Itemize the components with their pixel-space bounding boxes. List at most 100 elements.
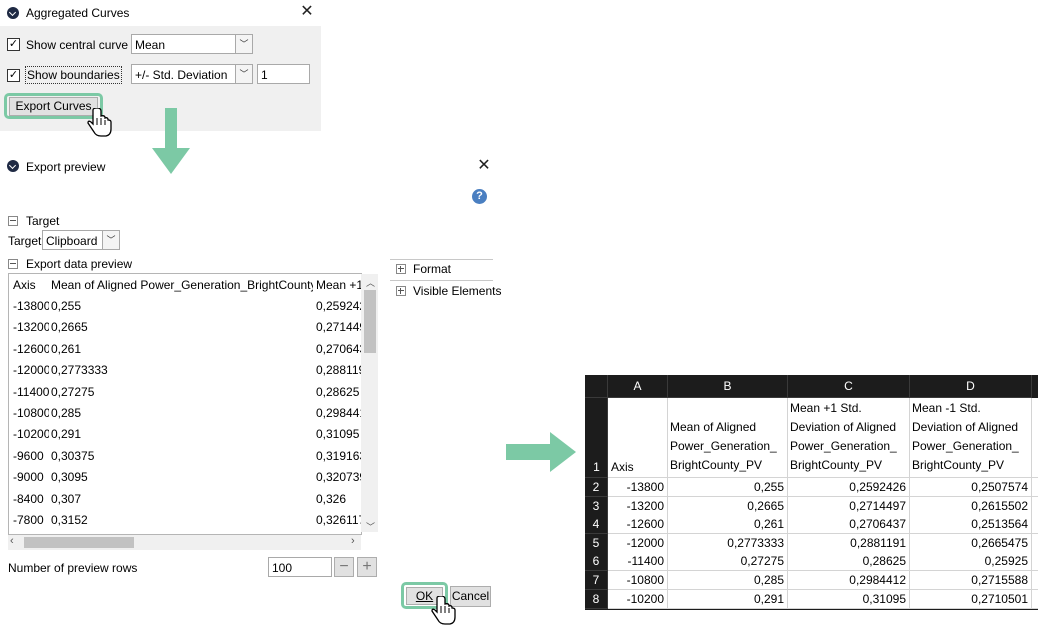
sheet-cell-b-header[interactable]: Mean of Aligned Power_Generation_ Bright… xyxy=(668,398,788,478)
sheet-cell[interactable]: 0,2715588 xyxy=(910,571,1032,590)
sheet-cell[interactable]: -10200 xyxy=(608,589,668,609)
row-number: 1 xyxy=(593,460,600,474)
sheet-cell[interactable]: 0,31095 xyxy=(788,589,910,609)
sheet-cell[interactable]: 0,261 xyxy=(668,515,788,535)
column-header-b[interactable]: B xyxy=(668,375,788,398)
preview-rows-input[interactable]: 100 xyxy=(268,557,332,577)
sheet-cell[interactable]: 0,2984412 xyxy=(788,571,910,590)
sheet-cell[interactable] xyxy=(1032,571,1038,590)
scroll-up-icon[interactable]: ︿ xyxy=(366,276,375,289)
grid-cell: 0,2881191 xyxy=(316,363,361,378)
collapse-circle-icon[interactable] xyxy=(7,160,19,172)
grid-row[interactable]: -8400 0,307 0,326 xyxy=(9,488,361,509)
grid-row[interactable]: -108000,285 0,2984412 xyxy=(9,402,361,423)
cell-line: Power_Generation_ xyxy=(912,439,1019,453)
sheet-cell[interactable]: 0,2714497 xyxy=(788,496,910,516)
sheet-cell[interactable]: 0,2615502 xyxy=(910,496,1032,516)
increase-rows-button[interactable]: + xyxy=(357,557,377,577)
central-curve-checkbox[interactable]: ✓ xyxy=(7,38,20,51)
sheet-cell[interactable]: 0,2592426 xyxy=(788,478,910,497)
sheet-cell-c-header[interactable]: Mean +1 Std. Deviation of Aligned Power_… xyxy=(788,398,910,478)
sheet-cell[interactable] xyxy=(1032,496,1038,516)
sheet-cell[interactable]: 0,2665 xyxy=(668,496,788,516)
target-select[interactable]: Clipboard ﹀ xyxy=(42,230,120,250)
column-header-a[interactable]: A xyxy=(608,375,668,398)
sheet-cell[interactable]: -11400 xyxy=(608,552,668,572)
sheet-cell[interactable] xyxy=(1032,552,1038,572)
collapse-circle-icon[interactable] xyxy=(7,7,19,19)
help-icon[interactable]: ? xyxy=(472,189,487,204)
sheet-cell[interactable]: 0,28625 xyxy=(788,552,910,572)
sheet-cell[interactable]: 0,2881191 xyxy=(788,533,910,553)
grid-row[interactable]: -10200 0,291 0,31095 xyxy=(9,423,361,444)
boundaries-checkbox[interactable]: ✓ xyxy=(7,69,20,82)
sheet-cell[interactable]: 0,2665475 xyxy=(910,533,1032,553)
sheet-cell[interactable]: 0,2710501 xyxy=(910,589,1032,609)
sheet-cell[interactable]: 0,2513564 xyxy=(910,515,1032,535)
grid-row[interactable]: -7800 0,3152 0,3261179 xyxy=(9,509,361,530)
column-header-c[interactable]: C xyxy=(788,375,910,398)
sheet-cell[interactable] xyxy=(1032,478,1038,497)
sheet-cell[interactable]: 0,255 xyxy=(668,478,788,497)
sheet-cell[interactable]: 0,25925 xyxy=(910,552,1032,572)
sheet-cell[interactable] xyxy=(1032,533,1038,553)
collapse-toggle-icon[interactable] xyxy=(8,259,18,269)
grid-row[interactable]: -9000 0,3095 0,3207396 xyxy=(9,466,361,487)
sheet-cell[interactable] xyxy=(1032,515,1038,535)
aggregated-curves-title: Aggregated Curves xyxy=(26,6,130,20)
grid-cell: 0,2592426 xyxy=(316,299,361,313)
sheet-cell[interactable]: 0,285 xyxy=(668,571,788,590)
sheet-cell[interactable]: -12600 xyxy=(608,515,668,535)
export-preview-grid[interactable]: Axis Mean of Aligned Power_Generation_Br… xyxy=(8,273,362,535)
sheet-cell[interactable]: 0,291 xyxy=(668,589,788,609)
sheet-cell[interactable]: 0,2706437 xyxy=(788,515,910,535)
visible-elements-section-label[interactable]: Visible Elements xyxy=(413,284,502,298)
grid-row[interactable]: -120000,2773333 0,2881191 xyxy=(9,359,361,380)
horizontal-scrollbar-thumb[interactable] xyxy=(24,537,134,548)
boundaries-select[interactable]: +/- Std. Deviation ﹀ xyxy=(131,64,253,84)
expand-toggle-icon[interactable] xyxy=(396,286,406,296)
grid-cell: 0,2984412 xyxy=(316,406,361,420)
grid-row[interactable]: -132000,2665 0,2714497 xyxy=(9,316,361,337)
sheet-cell[interactable]: 0,2773333 xyxy=(668,533,788,553)
format-section-label[interactable]: Format xyxy=(413,262,451,276)
sheet-cell[interactable] xyxy=(1032,589,1038,609)
grid-row[interactable]: -138000,255 0,2592426 xyxy=(9,295,361,316)
collapse-toggle-icon[interactable] xyxy=(8,216,18,226)
row-header[interactable]: 4 xyxy=(585,515,608,535)
row-header[interactable]: 2 xyxy=(585,478,608,497)
row-header[interactable]: 1 xyxy=(585,398,608,478)
row-header[interactable]: 3 xyxy=(585,496,608,516)
scroll-down-icon[interactable]: ﹀ xyxy=(366,520,375,533)
grid-cell: 0,3207396 xyxy=(316,470,361,485)
decrease-rows-button[interactable]: − xyxy=(334,557,354,577)
sheet-cell[interactable]: 0,2507574 xyxy=(910,478,1032,497)
sheet-cell-axis-header[interactable]: Axis xyxy=(608,398,668,478)
row-header[interactable]: 6 xyxy=(585,552,608,572)
row-header[interactable]: 5 xyxy=(585,533,608,553)
export-curves-button[interactable]: Export Curves xyxy=(9,97,98,116)
sheet-cell[interactable]: -10800 xyxy=(608,571,668,590)
grid-row[interactable]: -126000,261 0,2706437 xyxy=(9,338,361,359)
scroll-right-icon[interactable]: › xyxy=(351,535,355,547)
sheet-cell-e-header[interactable] xyxy=(1032,398,1038,478)
vertical-scrollbar-thumb[interactable] xyxy=(364,290,376,353)
sheet-cell-d-header[interactable]: Mean -1 Std. Deviation of Aligned Power_… xyxy=(910,398,1032,478)
hand-cursor-icon xyxy=(87,108,112,137)
column-header-d[interactable]: D xyxy=(910,375,1032,398)
close-icon[interactable]: ✕ xyxy=(477,158,491,174)
grid-row[interactable]: -9600 0,30375 0,3191637 xyxy=(9,445,361,466)
row-header[interactable]: 8 xyxy=(585,589,608,609)
row-header[interactable]: 7 xyxy=(585,571,608,590)
sheet-cell[interactable]: -13200 xyxy=(608,496,668,516)
central-curve-select[interactable]: Mean ﹀ xyxy=(131,34,253,54)
close-icon[interactable]: ✕ xyxy=(300,4,314,20)
select-all-corner[interactable] xyxy=(585,375,608,398)
boundaries-factor-input[interactable]: 1 xyxy=(257,64,310,84)
grid-row[interactable]: -11400 0,27275 0,28625 xyxy=(9,381,361,402)
sheet-cell[interactable]: -13800 xyxy=(608,478,668,497)
sheet-cell[interactable]: -12000 xyxy=(608,533,668,553)
scroll-left-icon[interactable]: ‹ xyxy=(10,535,14,547)
expand-toggle-icon[interactable] xyxy=(396,264,406,274)
sheet-cell[interactable]: 0,27275 xyxy=(668,552,788,572)
